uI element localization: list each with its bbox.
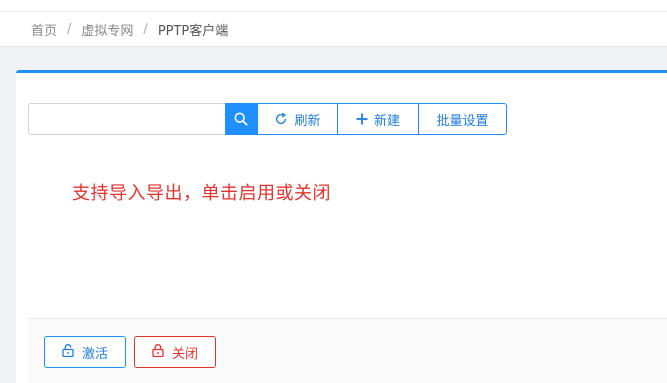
search-input[interactable] <box>28 103 225 135</box>
toolbar: 刷新 新建 批量设置 <box>28 103 507 135</box>
refresh-label: 刷新 <box>294 113 321 129</box>
close-button[interactable]: 关闭 <box>134 336 216 368</box>
lock-icon <box>152 343 164 361</box>
activate-label: 激活 <box>81 346 108 362</box>
top-strip <box>0 0 667 12</box>
breadcrumb-current: PPTP客户端 <box>157 23 229 39</box>
breadcrumb-home[interactable]: 首页 <box>31 20 57 39</box>
new-label: 新建 <box>373 113 400 129</box>
unlock-icon <box>62 343 74 361</box>
refresh-button[interactable]: 刷新 <box>257 103 338 135</box>
activate-button[interactable]: 激活 <box>44 336 126 368</box>
new-button[interactable]: 新建 <box>338 103 419 135</box>
batch-settings-label: 批量设置 <box>436 113 489 129</box>
refresh-icon <box>274 112 288 126</box>
breadcrumb-separator: / <box>67 21 72 37</box>
batch-settings-button[interactable]: 批量设置 <box>419 103 507 135</box>
search-button[interactable] <box>225 103 257 135</box>
content-card: 刷新 新建 批量设置 支持导入导出，单击启用或关闭 激活 关闭 <box>16 70 667 383</box>
search-icon <box>234 112 248 126</box>
close-label: 关闭 <box>171 346 198 362</box>
page-gutter <box>0 47 16 383</box>
plus-icon <box>356 113 368 125</box>
breadcrumb-separator: / <box>143 21 148 37</box>
breadcrumb-vpn[interactable]: 虚拟专网 <box>81 20 133 39</box>
footer-actions: 激活 关闭 <box>28 318 667 383</box>
breadcrumb: 首页 / 虚拟专网 / PPTP客户端 <box>0 12 667 47</box>
note-text: 支持导入导出，单击启用或关闭 <box>72 183 331 204</box>
